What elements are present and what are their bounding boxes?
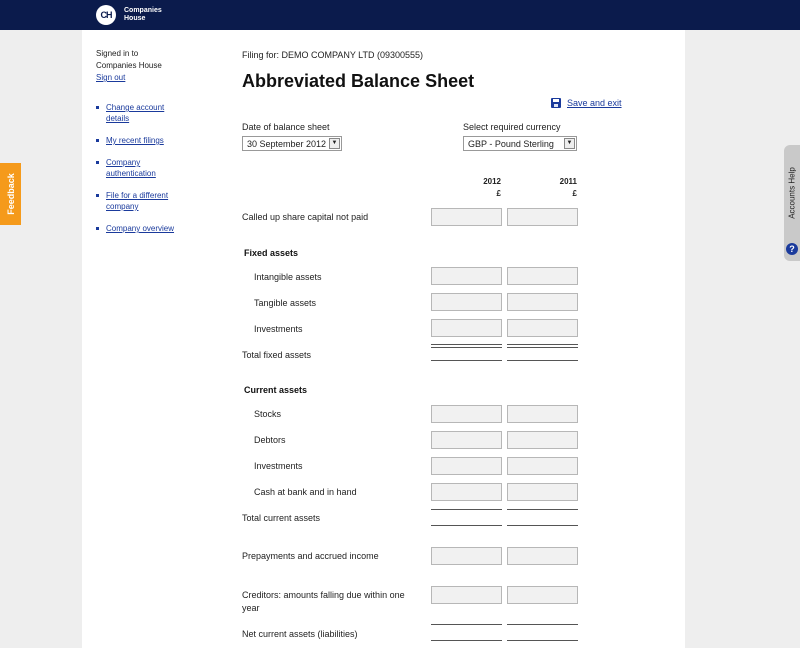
total-current-2011-underline [507, 525, 578, 526]
total-fixed-2011-underline [507, 360, 578, 361]
currency-select[interactable]: GBP - Pound Sterling ▼ [463, 136, 577, 151]
called-up-2012-input[interactable] [431, 208, 502, 226]
accounts-help-label: Accounts Help [787, 167, 797, 219]
debtors-2012-input[interactable] [431, 431, 502, 449]
called-up-2011-input[interactable] [507, 208, 578, 226]
total-current-2012-topline [431, 509, 502, 510]
row-label-called-up: Called up share capital not paid [242, 212, 369, 222]
total-current-2012-underline [431, 525, 502, 526]
row-label-creditors: Creditors: amounts falling due within on… [242, 590, 405, 613]
row-label-intangible: Intangible assets [254, 272, 322, 282]
row-label-stocks: Stocks [254, 409, 282, 419]
total-fixed-2012-value [431, 344, 502, 348]
row-label-total-current: Total current assets [242, 513, 321, 523]
tangible-2012-input[interactable] [431, 293, 502, 311]
row-label-cash: Cash at bank and in hand [254, 487, 357, 497]
tangible-2011-input[interactable] [507, 293, 578, 311]
company-authentication-link[interactable]: Company authentication [106, 158, 156, 178]
prepayments-2011-input[interactable] [507, 547, 578, 565]
sidebar-item-company-overview: Company overview [96, 223, 206, 234]
row-label-prepayments: Prepayments and accrued income [242, 551, 379, 561]
sidebar-nav: Change account details My recent filings … [96, 102, 206, 234]
stocks-2011-input[interactable] [507, 405, 578, 423]
row-label-total-fixed: Total fixed assets [242, 350, 312, 360]
debtors-2011-input[interactable] [507, 431, 578, 449]
row-label-tangible: Tangible assets [254, 298, 317, 308]
net-current-2012-underline [431, 640, 502, 641]
save-exit-link[interactable]: Save and exit [567, 98, 622, 108]
total-fixed-2012-underline [431, 360, 502, 361]
company-overview-link[interactable]: Company overview [106, 224, 174, 233]
floppy-disk-icon[interactable] [551, 98, 561, 108]
cash-2011-input[interactable] [507, 483, 578, 501]
total-fixed-2011-value [507, 344, 578, 348]
chevron-down-icon[interactable]: ▼ [329, 138, 340, 149]
section-current-assets: Current assets [244, 385, 308, 395]
currency-label: Select required currency [463, 122, 561, 132]
col-header-2011: 2011 [559, 177, 577, 186]
question-icon[interactable]: ? [786, 243, 798, 255]
row-label-net-current: Net current assets (liabilities) [242, 629, 358, 639]
sidebar-item-different-company: File for a different company [96, 190, 206, 212]
net-current-2011-topline [507, 624, 578, 625]
investments-current-2012-input[interactable] [431, 457, 502, 475]
investments-fixed-2012-input[interactable] [431, 319, 502, 337]
investments-current-2011-input[interactable] [507, 457, 578, 475]
accounts-help-tab[interactable]: Accounts Help ? [784, 145, 800, 261]
sidebar-item-company-auth: Company authentication [96, 157, 206, 179]
creditors-2011-input[interactable] [507, 586, 578, 604]
feedback-tab[interactable]: Feedback [0, 163, 21, 225]
date-select-value: 30 September 2012 [247, 139, 327, 149]
row-label-debtors: Debtors [254, 435, 286, 445]
sidebar-item-recent-filings: My recent filings [96, 135, 206, 146]
currency-select-value: GBP - Pound Sterling [468, 139, 554, 149]
feedback-label: Feedback [5, 173, 16, 215]
file-different-company-link[interactable]: File for a different company [106, 191, 168, 211]
col-unit-2011: £ [572, 189, 577, 198]
recent-filings-link[interactable]: My recent filings [106, 136, 164, 145]
date-label: Date of balance sheet [242, 122, 330, 132]
prepayments-2012-input[interactable] [431, 547, 502, 565]
creditors-2012-input[interactable] [431, 586, 502, 604]
page-title: Abbreviated Balance Sheet [242, 71, 475, 91]
col-unit-2012: £ [496, 189, 501, 198]
section-fixed-assets: Fixed assets [244, 248, 299, 258]
top-header-bar: CH Companies House [0, 0, 800, 30]
date-select[interactable]: 30 September 2012 ▼ [242, 136, 342, 151]
save-exit-control: Save and exit [551, 98, 622, 108]
total-current-2011-topline [507, 509, 578, 510]
row-label-investments-current: Investments [254, 461, 303, 471]
intangible-2011-input[interactable] [507, 267, 578, 285]
stocks-2012-input[interactable] [431, 405, 502, 423]
sidebar: Signed in to Companies House Sign out Ch… [96, 48, 206, 245]
cash-2012-input[interactable] [431, 483, 502, 501]
signed-in-info: Signed in to Companies House Sign out [96, 48, 206, 84]
filing-for-text: Filing for: DEMO COMPANY LTD (09300555) [242, 50, 424, 60]
net-current-2011-underline [507, 640, 578, 641]
logo-text: Companies House [124, 7, 162, 22]
col-header-2012: 2012 [483, 177, 501, 186]
ch-logo-icon: CH [96, 5, 116, 25]
row-label-investments-fixed: Investments [254, 324, 303, 334]
net-current-2012-topline [431, 624, 502, 625]
sign-out-link[interactable]: Sign out [96, 72, 206, 84]
sidebar-item-change-account: Change account details [96, 102, 206, 124]
change-account-link[interactable]: Change account details [106, 103, 164, 123]
investments-fixed-2011-input[interactable] [507, 319, 578, 337]
intangible-2012-input[interactable] [431, 267, 502, 285]
chevron-down-icon[interactable]: ▼ [564, 138, 575, 149]
